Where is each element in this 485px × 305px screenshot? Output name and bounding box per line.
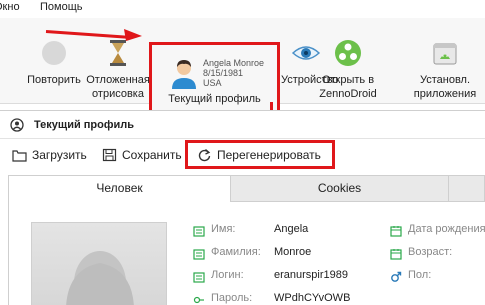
- password-field: Пароль: WPdhCYvOWB: [193, 292, 373, 305]
- male-symbol-icon: [391, 271, 402, 282]
- tab-cookies[interactable]: Cookies: [231, 176, 449, 202]
- profile-card-title: Текущий профиль: [168, 93, 261, 105]
- save-button[interactable]: Сохранить: [102, 145, 186, 165]
- save-label: Сохранить: [122, 148, 182, 162]
- menu-help[interactable]: Помощь: [40, 1, 83, 13]
- login-label: Логин:: [211, 269, 244, 281]
- login-field: Логин: eranurspir1989: [193, 269, 373, 285]
- age-label: Возраст:: [408, 246, 453, 258]
- profile-summary: Angela Monroe 8/15/1981 USA: [203, 58, 264, 88]
- last-name-label: Фамилия:: [211, 246, 261, 258]
- ribbon-label: ь: [0, 74, 12, 88]
- tab-person[interactable]: Человек: [9, 176, 231, 202]
- calendar-icon: [390, 226, 402, 237]
- hourglass-icon: [110, 40, 126, 66]
- window-title: Текущий профиль: [34, 119, 134, 131]
- profile-name: Angela Monroe: [203, 58, 265, 68]
- window-titlebar: Текущий профиль: [0, 111, 485, 139]
- age-field: Возраст:: [390, 246, 485, 262]
- person-tab-content: Имя: Angela Фамилия: Monroe Логин: eranu…: [8, 202, 485, 305]
- id-card-icon: [193, 272, 205, 283]
- eye-icon: [291, 46, 321, 60]
- gender-label: Пол:: [408, 269, 432, 281]
- annotation-arrowhead-icon: [124, 29, 142, 41]
- birthdate-label: Дата рождения: [408, 223, 485, 235]
- current-profile-button[interactable]: Angela Monroe 8/15/1981 USA Текущий проф…: [149, 42, 280, 120]
- menu-window[interactable]: Окно: [0, 1, 20, 13]
- id-card-icon: [193, 249, 205, 260]
- key-icon: [193, 296, 204, 304]
- tab-strip: Человек Cookies: [8, 175, 485, 202]
- first-name-label: Имя:: [211, 223, 236, 235]
- regenerate-highlight: [185, 140, 335, 169]
- floppy-disk-icon: [102, 148, 117, 162]
- last-name-value[interactable]: Monroe: [274, 246, 311, 258]
- ribbon-label: Установл. приложения: [413, 74, 477, 100]
- folder-icon: [12, 150, 27, 162]
- user-avatar-icon: [172, 60, 196, 89]
- calendar-icon: [390, 249, 402, 260]
- ribbon-button-installed-apps[interactable]: Установл. приложения: [410, 18, 480, 104]
- person-silhouette-icon: [66, 251, 134, 305]
- first-name-field: Имя: Angela: [193, 223, 353, 239]
- login-value[interactable]: eranurspir1989: [274, 269, 348, 281]
- ribbon-label: Отложенная отрисовка: [86, 74, 150, 100]
- zennodroid-icon: [335, 40, 361, 66]
- profile-photo: [31, 222, 167, 305]
- load-label: Загрузить: [32, 148, 87, 162]
- ribbon-label: Повторить: [27, 74, 81, 86]
- ribbon-button-open-zennodroid[interactable]: Открыть в ZennoDroid: [318, 18, 378, 104]
- load-button[interactable]: Загрузить: [12, 145, 104, 165]
- gender-field: Пол:: [390, 269, 485, 285]
- first-name-value[interactable]: Angela: [274, 223, 308, 235]
- password-label: Пароль:: [211, 292, 253, 304]
- id-card-icon: [193, 226, 205, 237]
- profile-birthdate: 8/15/1981: [203, 68, 244, 78]
- user-circle-icon: [10, 118, 24, 132]
- ribbon-button-cut[interactable]: ь: [0, 18, 12, 104]
- last-name-field: Фамилия: Monroe: [193, 246, 353, 262]
- profile-country: USA: [203, 78, 222, 88]
- repeat-icon: [42, 41, 66, 65]
- birthdate-field: Дата рождения: [390, 223, 485, 239]
- password-value[interactable]: WPdhCYvOWB: [274, 292, 350, 304]
- ribbon-label: Открыть в ZennoDroid: [319, 74, 377, 100]
- android-app-icon: [433, 43, 457, 65]
- menu-bar: Окно Помощь: [0, 0, 485, 18]
